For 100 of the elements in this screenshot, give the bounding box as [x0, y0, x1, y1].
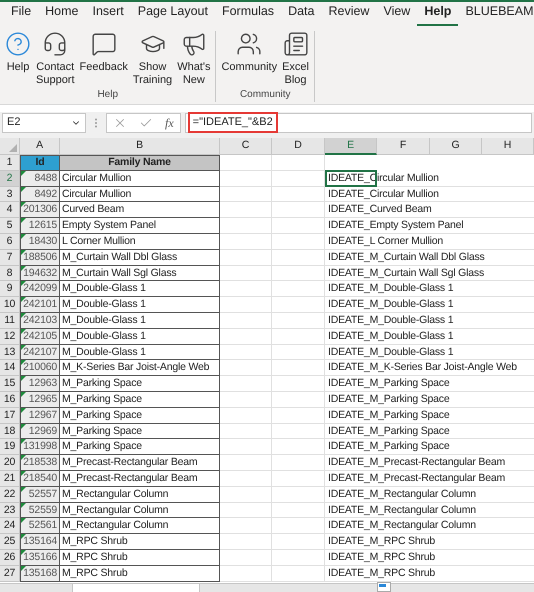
column-header[interactable]: C [220, 138, 272, 155]
row-number[interactable]: 23 [0, 502, 20, 518]
row-number[interactable]: 17 [0, 408, 20, 424]
row-number[interactable]: 13 [0, 344, 20, 360]
empty-cell [220, 550, 272, 566]
table-cell: M_Rectangular Column [60, 518, 220, 534]
row-number[interactable]: 22 [0, 486, 20, 503]
empty-cell [220, 250, 272, 266]
paste-options-icon[interactable] [377, 582, 391, 592]
table-cell: M_Double-Glass 1 [60, 312, 220, 329]
row-number[interactable]: 12 [0, 328, 20, 345]
empty-cell [220, 312, 272, 329]
empty-cell [220, 234, 272, 250]
insert-function-button[interactable]: fx [165, 114, 174, 132]
row-number[interactable]: 9 [0, 281, 20, 298]
ribbon-button[interactable]: What's New [175, 31, 212, 87]
table-cell: 12967 [20, 408, 60, 424]
table-cell: 8488 [20, 170, 60, 187]
row-number[interactable]: 10 [0, 297, 20, 313]
column-header[interactable]: F [377, 138, 430, 155]
ribbon-tab[interactable]: Help [417, 2, 458, 26]
empty-cell [220, 534, 272, 550]
ribbon-tab[interactable]: View [376, 2, 418, 26]
row-number[interactable]: 21 [0, 470, 20, 487]
row-number[interactable]: 16 [0, 392, 20, 408]
table-cell: Circular Mullion [60, 186, 220, 202]
ribbon-tab[interactable]: BLUEBEAM [458, 2, 534, 26]
ribbon-tab[interactable]: Review [321, 2, 376, 26]
row-number[interactable]: 2 [0, 170, 20, 187]
table-cell: M_Parking Space [60, 439, 220, 456]
empty-cell [220, 518, 272, 534]
speech-bubble-icon [90, 31, 117, 57]
row-number[interactable]: 26 [0, 550, 20, 566]
ribbon-tab[interactable]: Data [281, 2, 322, 26]
name-box[interactable]: E2 [2, 112, 86, 132]
ribbon-button[interactable]: Community [219, 31, 280, 87]
empty-cell [220, 376, 272, 392]
table-cell: IDEATE_M_RPC Shrub [328, 534, 436, 550]
row-number[interactable]: 20 [0, 455, 20, 471]
column-header[interactable]: G [430, 138, 482, 155]
table-cell: M_Curtain Wall Sgl Glass [60, 266, 220, 282]
megaphone-icon [180, 31, 207, 57]
table-cell: 218540 [20, 470, 60, 487]
row-number[interactable]: 18 [0, 424, 20, 440]
row-number[interactable]: 25 [0, 534, 20, 550]
ribbon-button[interactable]: Show Training [130, 31, 174, 87]
ribbon-tab[interactable]: Page Layout [130, 2, 215, 26]
row-number[interactable]: 5 [0, 218, 20, 234]
table-cell: IDEATE_M_Parking Space [328, 376, 450, 392]
empty-cell [272, 170, 325, 187]
ribbon-tab[interactable]: File [4, 2, 38, 26]
ribbon-button[interactable]: Feedback [78, 31, 130, 87]
table-cell: L Corner Mullion [60, 234, 220, 250]
ribbon-tab[interactable]: Insert [86, 2, 131, 26]
table-cell: IDEATE_M_K-Series Bar Joist-Angle Web [328, 360, 517, 376]
row-number[interactable]: 4 [0, 202, 20, 218]
empty-cell [220, 344, 272, 360]
formula-input[interactable]: ="IDEATE_"&B2 [184, 112, 532, 132]
empty-cell [220, 502, 272, 518]
table-cell: Curved Beam [60, 202, 220, 218]
table-cell: M_RPC Shrub [60, 534, 220, 550]
table-cell: IDEATE_M_Double-Glass 1 [328, 281, 454, 296]
table-cell: IDEATE_M_Parking Space [328, 392, 450, 407]
table-cell: M_Parking Space [60, 424, 220, 440]
table-cell: 12963 [20, 376, 60, 392]
ribbon-button[interactable]: Excel Blog [280, 31, 311, 87]
row-number[interactable]: 14 [0, 360, 20, 376]
table-cell: M_Parking Space [60, 408, 220, 424]
row-number[interactable]: 19 [0, 439, 20, 456]
table-cell: 188506 [20, 250, 60, 266]
table-cell: 135168 [20, 566, 60, 582]
table-cell: IDEATE_L Corner Mullion [328, 234, 444, 249]
row-number[interactable]: 15 [0, 376, 20, 392]
row-number[interactable]: 7 [0, 250, 20, 266]
table-cell: IDEATE_Curved Beam [328, 202, 432, 218]
table-cell: IDEATE_M_Precast-Rectangular Beam [328, 470, 506, 486]
row-number[interactable]: 11 [0, 312, 20, 329]
empty-cell [220, 281, 272, 298]
row-number[interactable]: 6 [0, 234, 20, 250]
table-cell: M_Double-Glass 1 [60, 297, 220, 313]
table-cell: 201306 [20, 202, 60, 218]
row-number[interactable]: 8 [0, 266, 20, 282]
row-number[interactable]: 1 [0, 155, 20, 171]
row-number[interactable]: 27 [0, 566, 20, 582]
row-number[interactable]: 3 [0, 186, 20, 202]
row-number[interactable]: 24 [0, 518, 20, 534]
table-cell: 52561 [20, 518, 60, 534]
ribbon-button[interactable]: Help [3, 31, 33, 87]
column-header[interactable]: H [482, 138, 534, 155]
ribbon-button[interactable]: Contact Support [34, 31, 77, 87]
table-cell: Empty System Panel [60, 218, 220, 234]
ribbon-tab[interactable]: Home [38, 2, 86, 26]
table-cell: M_RPC Shrub [60, 550, 220, 566]
table-cell: IDEATE_Circular Mullion [328, 186, 439, 202]
table-cell: IDEATE_M_Parking Space [328, 408, 450, 423]
table-cell: IDEATE_M_RPC Shrub [328, 566, 436, 581]
table-cell: M_Rectangular Column [60, 486, 220, 503]
column-header[interactable]: E [325, 138, 377, 155]
table-cell: M_Parking Space [60, 376, 220, 392]
ribbon-tab[interactable]: Formulas [214, 2, 282, 26]
